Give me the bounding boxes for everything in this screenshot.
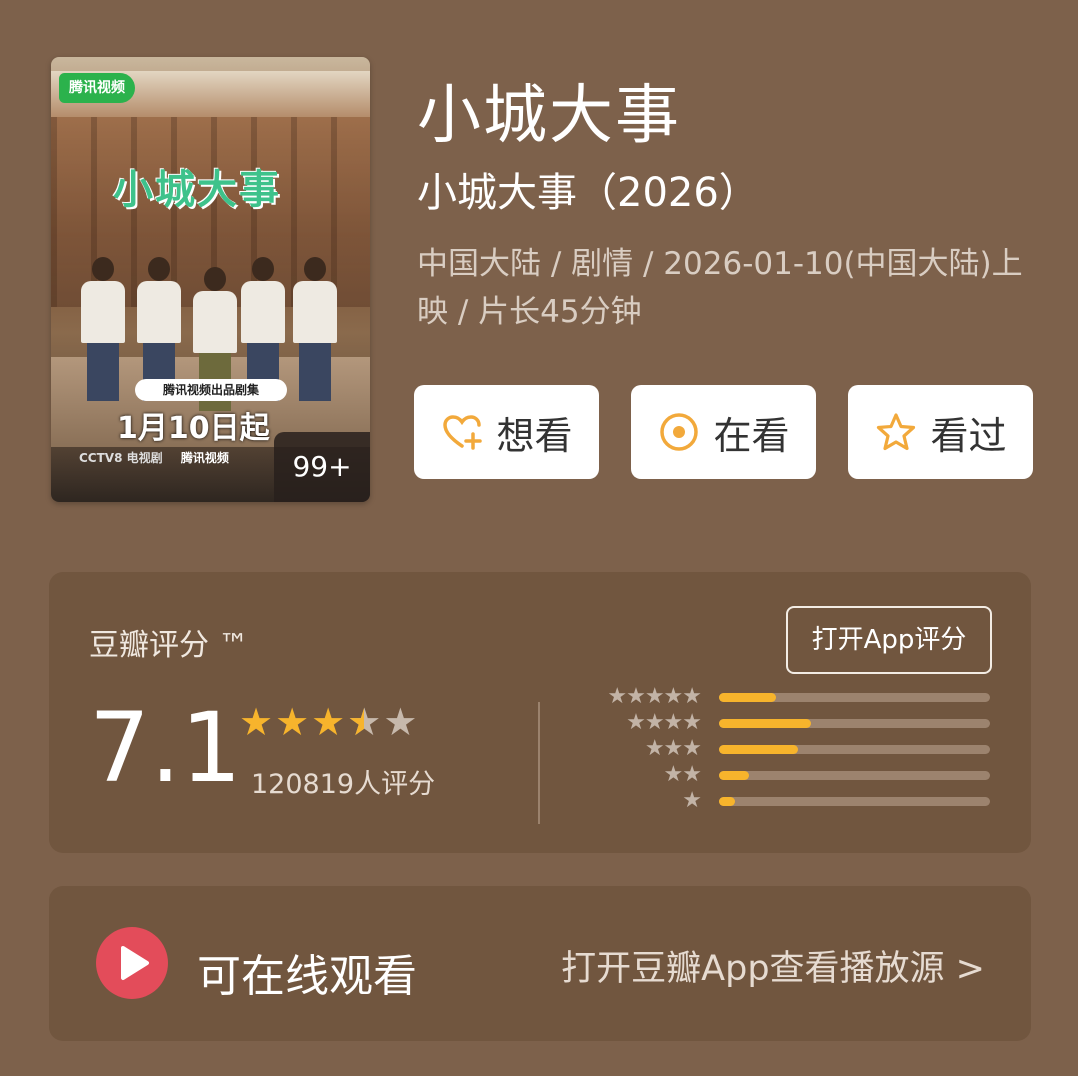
watch-online-label: 可在线观看	[197, 951, 417, 1002]
dist-row-2: ★★	[589, 762, 991, 788]
dist-track	[719, 771, 990, 780]
target-icon	[660, 413, 699, 451]
stars-3-icon: ★★★	[644, 736, 702, 761]
page-title: 小城大事	[417, 79, 681, 153]
watching-button[interactable]: 在看	[631, 385, 816, 479]
dist-track	[719, 693, 990, 702]
rating-stars: ★ ★ ★ ★ ★	[239, 702, 417, 742]
poster-image[interactable]: 腾讯视频 小城大事 腾讯视频出品剧集 1月10日起 CCTV8 电视剧 腾讯视频…	[51, 57, 370, 502]
poster-tagline: 腾讯视频出品剧集	[135, 379, 287, 401]
watched-button[interactable]: 看过	[848, 385, 1033, 479]
star-half-icon: ★	[347, 702, 381, 742]
poster-title: 小城大事	[113, 167, 281, 213]
rating-votes[interactable]: 120819人评分	[251, 762, 435, 801]
movie-meta-info: 中国大陆 / 剧情 / 2026-01-10(中国大陆)上映 / 片长45分钟	[417, 246, 1023, 330]
original-title: 小城大事（2026）	[417, 170, 759, 216]
star-full-icon: ★	[239, 700, 274, 744]
dist-row-5: ★★★★★	[589, 684, 991, 710]
dist-fill-1	[719, 797, 736, 806]
open-app-rate-button[interactable]: 打开App评分	[786, 606, 992, 674]
stars-1-icon: ★	[682, 788, 702, 813]
douban-rating-label: 豆瓣评分 ™	[89, 628, 249, 663]
rating-divider	[538, 702, 540, 824]
cctv-logo: CCTV8 电视剧	[79, 451, 163, 465]
star-empty-icon: ★	[383, 700, 418, 744]
watching-label: 在看	[713, 413, 790, 458]
dist-track	[719, 719, 990, 728]
star-full-icon: ★	[275, 700, 310, 744]
stars-4-icon: ★★★★	[626, 710, 702, 735]
want-to-watch-label: 想看	[496, 413, 573, 458]
tencent-video-small-logo: 腾讯视频	[180, 451, 229, 465]
play-icon[interactable]	[96, 927, 168, 999]
watch-online-card[interactable]: 可在线观看 打开豆瓣App查看播放源 >	[49, 886, 1031, 1041]
tencent-video-logo: 腾讯视频	[59, 73, 135, 103]
rating-card: 豆瓣评分 ™ 打开App评分 7.1 ★ ★ ★ ★ ★ 120819人评分 ★…	[49, 572, 1031, 853]
dist-track	[719, 797, 990, 806]
star-full-icon: ★	[311, 700, 346, 744]
watched-label: 看过	[930, 413, 1007, 458]
dist-fill-5	[719, 693, 776, 702]
heart-plus-icon	[443, 415, 483, 450]
stars-2-icon: ★★	[663, 762, 702, 787]
open-app-sources-link[interactable]: 打开豆瓣App查看播放源 >	[561, 940, 985, 991]
dist-row-3: ★★★	[589, 736, 991, 762]
stars-5-icon: ★★★★★	[607, 684, 702, 709]
dist-fill-2	[719, 771, 749, 780]
poster-person	[293, 257, 337, 405]
dist-fill-4	[719, 719, 812, 728]
dist-fill-3	[719, 745, 798, 754]
dist-row-1: ★	[589, 788, 991, 814]
rating-score: 7.1	[89, 692, 242, 804]
want-to-watch-button[interactable]: 想看	[414, 385, 599, 479]
poster-person	[81, 257, 125, 405]
photo-count-badge[interactable]: 99+	[274, 432, 370, 502]
dist-track	[719, 745, 990, 754]
play-triangle-icon	[121, 946, 149, 980]
star-outline-icon	[877, 413, 916, 451]
dist-row-4: ★★★★	[589, 710, 991, 736]
poster-release-date: 1月10日起	[117, 411, 270, 446]
